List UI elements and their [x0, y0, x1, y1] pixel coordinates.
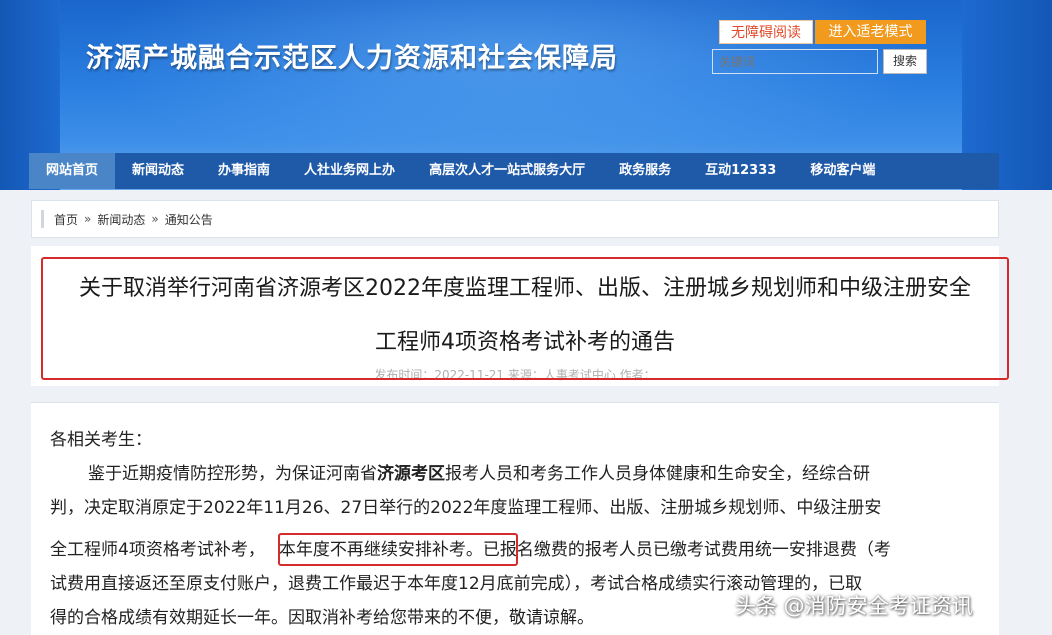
text-span: 全工程师4项资格考试补考，: [50, 540, 265, 560]
breadcrumb-home[interactable]: 首页: [54, 211, 78, 228]
nav-item-guide[interactable]: 办事指南: [201, 153, 287, 189]
paragraph-line-1: 鉴于近期疫情防控形势，为保证河南省济源考区报考人员和考务工作人员身体健康和生命安…: [88, 457, 870, 491]
text-span: 鉴于近期疫情防控形势，为保证河南省: [88, 464, 377, 484]
breadcrumb-news[interactable]: 新闻动态: [97, 211, 145, 228]
text-span: 已报名缴费的报考人员已缴考试费用统一安排退费（考: [482, 540, 891, 560]
nav-item-hotline[interactable]: 互动12333: [688, 153, 793, 189]
nav-item-talent-hall[interactable]: 高层次人才一站式服务大厅: [412, 153, 602, 189]
breadcrumb-notices[interactable]: 通知公告: [165, 211, 213, 228]
breadcrumb-separator: »: [84, 212, 92, 226]
watermark: 头条 @消防安全考证资讯: [735, 594, 973, 618]
breadcrumb-separator: »: [151, 212, 159, 226]
nav-item-mobile[interactable]: 移动客户端: [793, 153, 892, 189]
search-button[interactable]: 搜索: [883, 49, 927, 74]
title-highlight-box: [41, 257, 1009, 380]
nav-item-gov-service[interactable]: 政务服务: [602, 153, 688, 189]
nav-item-online-service[interactable]: 人社业务网上办: [287, 153, 412, 189]
text-span: 报考人员和考务工作人员身体健康和生命安全，经综合研: [445, 464, 870, 484]
elder-mode-button[interactable]: 进入适老模式: [815, 20, 926, 44]
breadcrumb-bar: [41, 210, 44, 228]
search-input[interactable]: [712, 49, 878, 74]
site-title: 济源产城融合示范区人力资源和社会保障局: [86, 43, 618, 74]
nav-item-home[interactable]: 网站首页: [29, 153, 116, 189]
paragraph-line-2: 判，决定取消原定于2022年11月26、27日举行的2022年度监理工程师、出版…: [50, 498, 882, 518]
salutation: 各相关考生：: [50, 430, 152, 450]
main-nav: 网站首页 新闻动态 办事指南 人社业务网上办 高层次人才一站式服务大厅 政务服务…: [29, 153, 999, 189]
text-highlight-box: [278, 533, 518, 566]
bold-text: 济源考区: [377, 464, 445, 484]
accessibility-button[interactable]: 无障碍阅读: [719, 20, 813, 44]
paragraph-line-5: 得的合格成绩有效期延长一年。因取消补考给您带来的不便，敬请谅解。: [50, 608, 594, 628]
nav-item-news[interactable]: 新闻动态: [115, 153, 201, 189]
breadcrumb: 首页 » 新闻动态 » 通知公告: [31, 200, 999, 238]
